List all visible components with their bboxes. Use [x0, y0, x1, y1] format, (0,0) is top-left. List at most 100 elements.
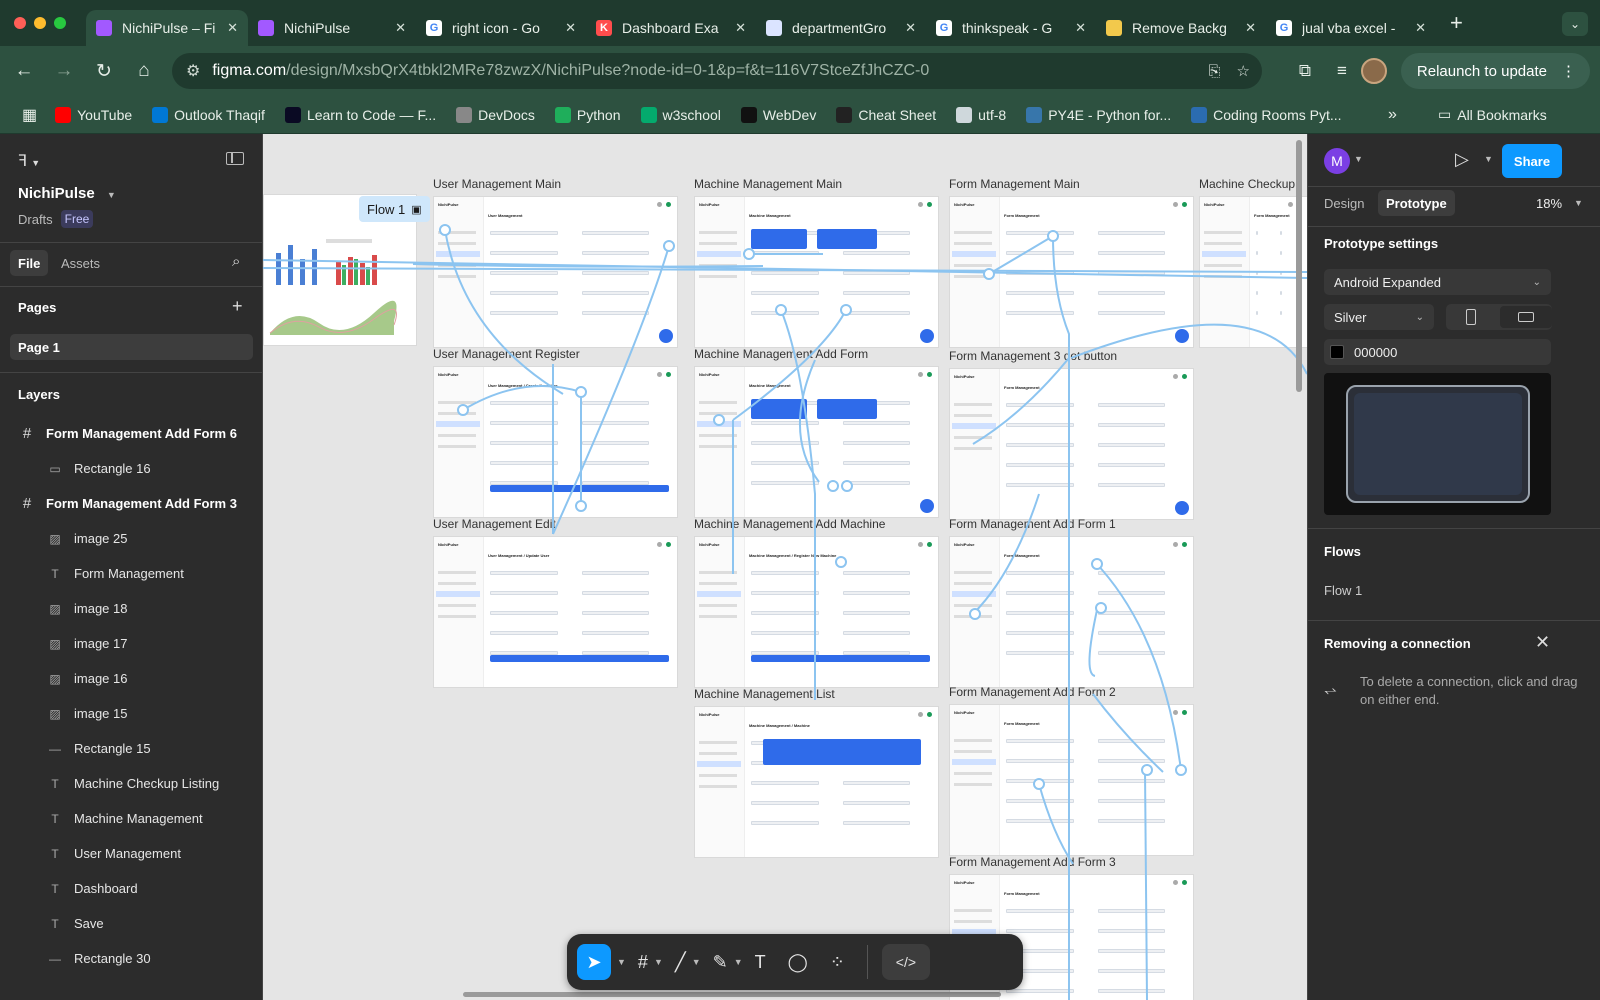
toggle-sidebar-icon[interactable]: [226, 152, 244, 165]
site-settings-icon[interactable]: ⚙: [186, 61, 200, 81]
tab-file[interactable]: File: [10, 250, 49, 276]
frame-tool-button[interactable]: #: [638, 944, 648, 980]
install-app-icon[interactable]: ⎘: [1209, 63, 1221, 80]
layer-item[interactable]: T Form Management: [0, 556, 263, 591]
browser-tab[interactable]: Gthinkspeak - G ✕: [926, 10, 1096, 46]
device-select[interactable]: Android Expanded ⌄: [1324, 269, 1551, 295]
bookmark-item[interactable]: utf-8: [956, 106, 1006, 123]
shape-tool-button[interactable]: ╱: [675, 944, 686, 980]
bookmark-item[interactable]: Cheat Sheet: [836, 106, 936, 123]
add-page-icon[interactable]: +: [232, 296, 243, 317]
comment-tool-button[interactable]: ◯: [788, 944, 808, 980]
reload-icon[interactable]: ↻: [86, 53, 122, 89]
browser-tab[interactable]: Remove Backg ✕: [1096, 10, 1266, 46]
layer-item[interactable]: ▨ image 17: [0, 626, 263, 661]
close-icon[interactable]: ✕: [1535, 632, 1550, 653]
layer-item[interactable]: ▨ image 16: [0, 661, 263, 696]
layer-item[interactable]: T Dashboard: [0, 871, 263, 906]
bookmark-item[interactable]: w3school: [640, 106, 721, 123]
layer-item[interactable]: T Machine Management: [0, 801, 263, 836]
layer-item[interactable]: # Form Management Add Form 3: [0, 486, 263, 521]
layer-item[interactable]: # Form Management Add Form 6: [0, 416, 263, 451]
close-tab-icon[interactable]: ✕: [1075, 20, 1086, 36]
layer-item[interactable]: — Rectangle 30: [0, 941, 263, 976]
move-tool-button[interactable]: ➤: [577, 944, 611, 980]
actions-button[interactable]: ⁘: [830, 944, 845, 980]
profile-avatar[interactable]: [1360, 58, 1387, 84]
bookmark-item[interactable]: YouTube: [55, 106, 132, 123]
close-window-button[interactable]: [14, 17, 26, 29]
close-tab-icon[interactable]: ✕: [227, 20, 238, 36]
chevron-down-icon[interactable]: ▼: [654, 957, 663, 967]
search-icon[interactable]: ⌕: [232, 253, 240, 270]
figma-main-menu[interactable]: ꟻ ▼: [18, 151, 40, 171]
user-avatar[interactable]: M: [1324, 148, 1350, 174]
new-tab-button[interactable]: +: [1450, 10, 1463, 36]
layer-item[interactable]: ▨ image 15: [0, 696, 263, 731]
layer-item[interactable]: T Machine Checkup Listing: [0, 766, 263, 801]
apps-grid-icon[interactable]: ▦: [22, 105, 37, 125]
page-item-page-1[interactable]: Page 1: [10, 334, 253, 360]
chevron-down-icon[interactable]: ▼: [692, 957, 701, 967]
browser-tab[interactable]: NichiPulse – Fi ✕: [86, 10, 248, 46]
landscape-option[interactable]: [1500, 306, 1552, 328]
portrait-icon[interactable]: [1466, 309, 1476, 325]
color-swatch[interactable]: [1330, 345, 1344, 359]
layer-item[interactable]: ▨ image 25: [0, 521, 263, 556]
present-play-icon[interactable]: ▷: [1455, 149, 1469, 170]
back-icon[interactable]: ←: [6, 53, 42, 89]
horizontal-scrollbar[interactable]: [463, 992, 1001, 997]
browser-tab[interactable]: K Dashboard Exa ✕: [586, 10, 756, 46]
chevron-down-icon[interactable]: ▼: [734, 957, 743, 967]
tab-design[interactable]: Design: [1324, 190, 1364, 216]
tab-prototype[interactable]: Prototype: [1378, 190, 1455, 216]
tab-assets[interactable]: Assets: [61, 250, 100, 276]
close-tab-icon[interactable]: ✕: [395, 20, 406, 36]
media-controls-icon[interactable]: ≡: [1337, 61, 1347, 81]
minimize-window-button[interactable]: [34, 17, 46, 29]
maximize-window-button[interactable]: [54, 17, 66, 29]
close-tab-icon[interactable]: ✕: [1245, 20, 1256, 36]
address-bar[interactable]: ⚙ figma.com/design/MxsbQrX4tbkl2MRe78zwz…: [172, 53, 1262, 89]
chevron-down-icon[interactable]: ▼: [1354, 154, 1363, 164]
pen-tool-button[interactable]: ✎: [713, 944, 728, 980]
close-tab-icon[interactable]: ✕: [1415, 20, 1426, 36]
browser-tab[interactable]: NichiPulse ✕: [248, 10, 416, 46]
layer-item[interactable]: T Save: [0, 906, 263, 941]
forward-icon[interactable]: →: [46, 53, 82, 89]
layer-item[interactable]: ▭ Rectangle 16: [0, 451, 263, 486]
browser-tab[interactable]: Gjual vba excel - ✕: [1266, 10, 1436, 46]
extensions-icon[interactable]: ⧉: [1299, 61, 1311, 81]
close-tab-icon[interactable]: ✕: [565, 20, 576, 36]
flow-item[interactable]: Flow 1: [1324, 583, 1362, 598]
relaunch-button[interactable]: Relaunch to update ⋮: [1400, 53, 1590, 89]
drafts-label[interactable]: Drafts: [18, 212, 53, 227]
layer-item[interactable]: ▨ image 18: [0, 591, 263, 626]
more-menu-icon[interactable]: ⋮: [1561, 62, 1576, 80]
close-tab-icon[interactable]: ✕: [905, 20, 916, 36]
browser-tab[interactable]: Gright icon - Go ✕: [416, 10, 586, 46]
project-name[interactable]: NichiPulse ▼: [18, 185, 116, 202]
text-tool-button[interactable]: T: [755, 944, 766, 980]
home-icon[interactable]: ⌂: [126, 53, 162, 89]
bookmark-item[interactable]: DevDocs: [456, 106, 535, 123]
device-color-select[interactable]: Silver ⌄: [1324, 304, 1434, 330]
chevron-down-icon[interactable]: ▼: [1484, 154, 1493, 164]
zoom-control[interactable]: 18% ▼: [1536, 196, 1583, 211]
bookmark-item[interactable]: Coding Rooms Pyt...: [1191, 106, 1342, 123]
layer-item[interactable]: — Rectangle 15: [0, 731, 263, 766]
vertical-scrollbar[interactable]: [1296, 140, 1302, 392]
share-button[interactable]: Share: [1502, 144, 1562, 178]
design-canvas[interactable]: Flow 1 ▣ User Management Main NichiPulse U…: [263, 134, 1307, 1000]
bookmark-item[interactable]: Learn to Code — F...: [284, 106, 436, 123]
more-bookmarks-icon[interactable]: »: [1388, 106, 1397, 124]
dev-mode-toggle[interactable]: </>: [881, 944, 930, 980]
all-bookmarks[interactable]: ▭ All Bookmarks: [1438, 106, 1547, 123]
close-tab-icon[interactable]: ✕: [735, 20, 746, 36]
bookmark-item[interactable]: Outlook Thaqif: [152, 106, 265, 123]
prototype-connections[interactable]: [263, 134, 1307, 1000]
background-color-field[interactable]: 000000: [1324, 339, 1551, 365]
bookmark-item[interactable]: Python: [554, 106, 621, 123]
tab-search-button[interactable]: ⌄: [1562, 12, 1588, 36]
browser-tab[interactable]: departmentGro ✕: [756, 10, 926, 46]
